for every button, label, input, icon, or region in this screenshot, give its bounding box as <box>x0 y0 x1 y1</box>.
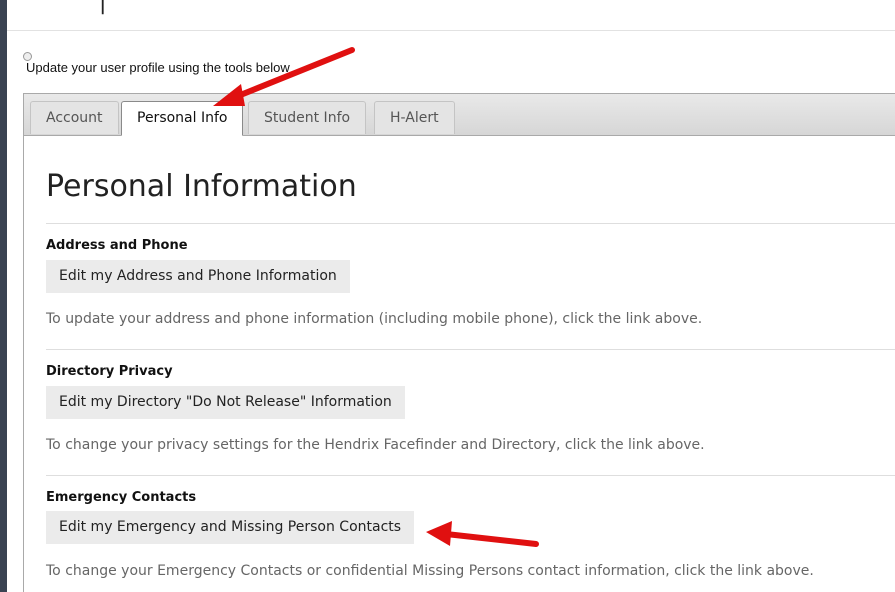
section-title-directory-privacy: Directory Privacy <box>46 364 173 379</box>
page-title: Personal Information <box>46 169 357 204</box>
section-desc-address-phone: To update your address and phone informa… <box>46 311 703 327</box>
header-strip: | <box>7 0 895 31</box>
edit-directory-privacy-button[interactable]: Edit my Directory "Do Not Release" Infor… <box>46 386 405 419</box>
tab-h-alert[interactable]: H-Alert <box>374 101 455 134</box>
edit-address-phone-button[interactable]: Edit my Address and Phone Information <box>46 260 350 293</box>
page: | Update your user profile using the too… <box>7 0 895 592</box>
section-title-emergency-contacts: Emergency Contacts <box>46 490 197 505</box>
section-desc-directory-privacy: To change your privacy settings for the … <box>46 437 705 453</box>
annotation-arrow-icon <box>426 521 539 547</box>
divider <box>46 223 895 224</box>
divider <box>46 349 895 350</box>
tab-bar: Account Personal Info Student Info H-Ale… <box>24 94 895 136</box>
annotation-arrow-icon <box>213 47 355 106</box>
header-title-fragment: | <box>99 0 107 15</box>
section-desc-emergency-contacts: To change your Emergency Contacts or con… <box>46 563 814 579</box>
divider <box>46 475 895 476</box>
tab-account[interactable]: Account <box>30 101 119 134</box>
section-title-address-phone: Address and Phone <box>46 238 188 253</box>
edit-emergency-contacts-button[interactable]: Edit my Emergency and Missing Person Con… <box>46 511 415 544</box>
